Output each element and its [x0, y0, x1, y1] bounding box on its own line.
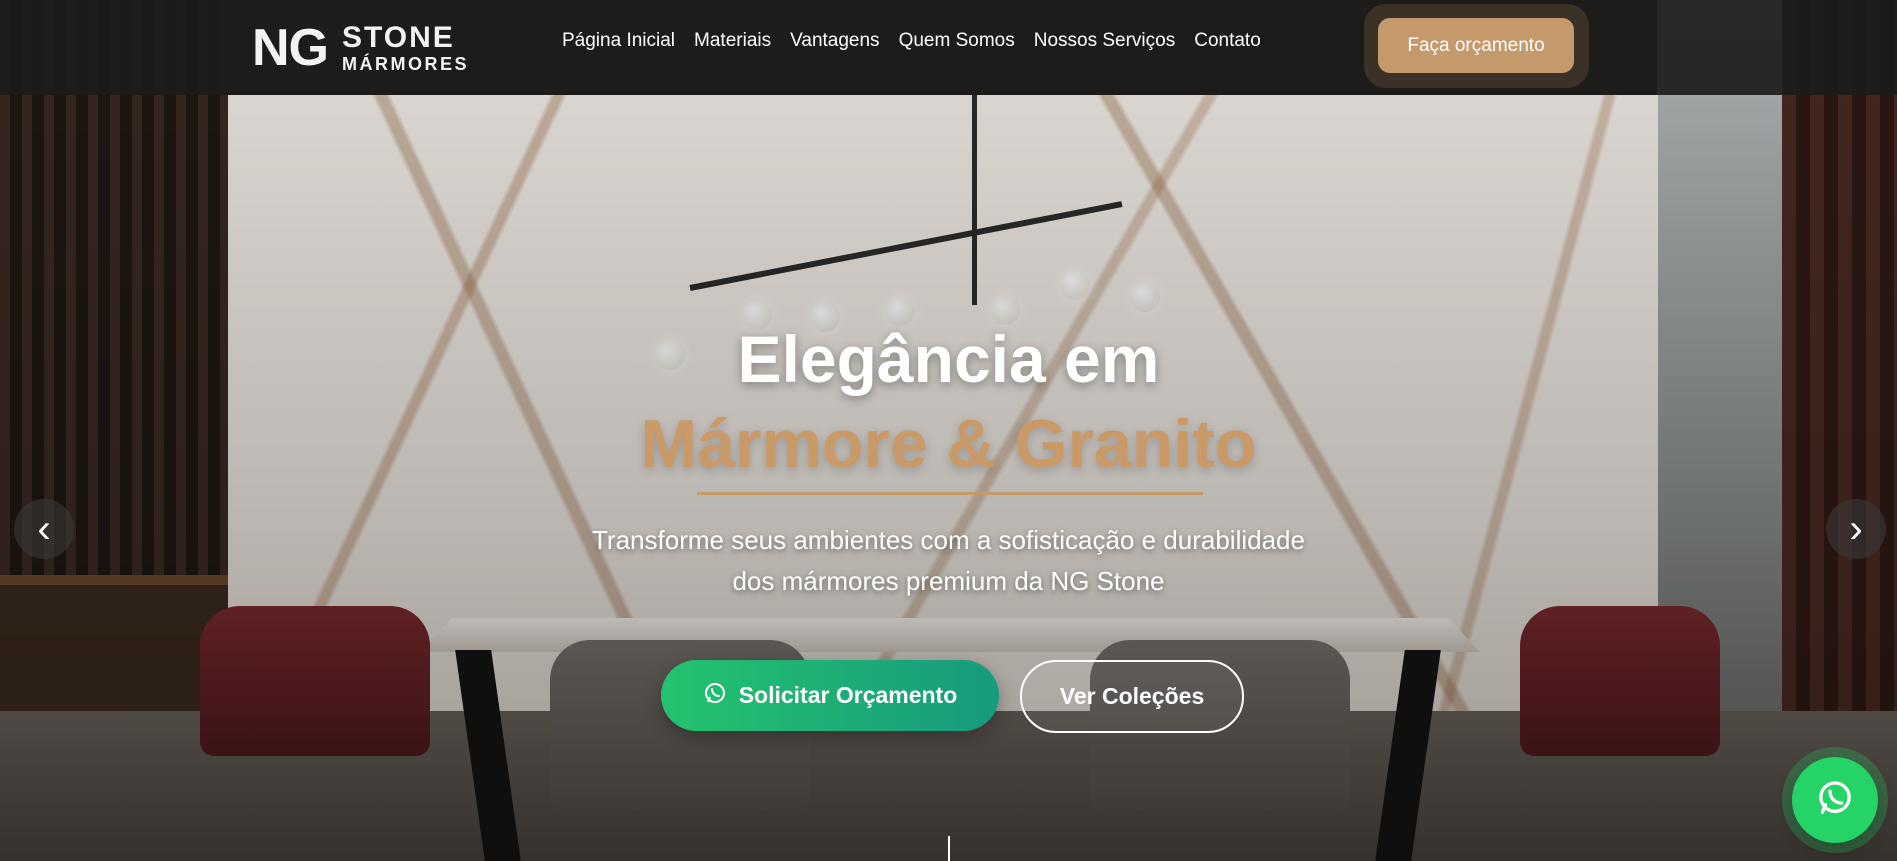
scroll-indicator: [948, 836, 950, 861]
nav-contato[interactable]: Contato: [1194, 30, 1261, 52]
whatsapp-float-button[interactable]: [1792, 757, 1878, 843]
hero-subtitle-line: dos mármores premium da NG Stone: [732, 566, 1165, 596]
page: NG STONE MÁRMORES Página Inicial Materia…: [0, 0, 1897, 861]
faca-orcamento-button[interactable]: Faça orçamento: [1378, 18, 1574, 73]
nav-materiais[interactable]: Materiais: [694, 30, 771, 52]
solicitar-orcamento-button[interactable]: Solicitar Orçamento: [661, 660, 999, 731]
main-nav: Página Inicial Materiais Vantagens Quem …: [562, 30, 1261, 52]
whatsapp-icon: [703, 681, 727, 711]
hero-title-highlight: Mármore & Granito: [640, 406, 1257, 482]
logo-marmores: MÁRMORES: [342, 53, 469, 74]
carousel-prev-button[interactable]: ‹: [14, 499, 74, 559]
logo-text: STONE MÁRMORES: [342, 20, 469, 74]
logo[interactable]: NG STONE MÁRMORES: [252, 20, 469, 75]
chevron-left-icon: ‹: [37, 506, 51, 551]
nav-vantagens[interactable]: Vantagens: [790, 30, 879, 52]
nav-pagina-inicial[interactable]: Página Inicial: [562, 30, 675, 52]
nav-quem-somos[interactable]: Quem Somos: [899, 30, 1015, 52]
nav-nossos-servicos[interactable]: Nossos Serviços: [1034, 30, 1176, 52]
solicitar-orcamento-label: Solicitar Orçamento: [738, 682, 958, 708]
carousel-next-button[interactable]: ›: [1826, 499, 1886, 559]
whatsapp-icon: [1815, 778, 1855, 823]
title-underline: [697, 492, 1203, 495]
logo-ng: NG: [252, 18, 329, 77]
ver-colecoes-label: Ver Coleções: [1059, 683, 1205, 709]
hero-subtitle-line: Transforme seus ambientes com a sofistic…: [592, 525, 1305, 555]
chevron-right-icon: ›: [1849, 506, 1863, 551]
logo-stone: STONE: [342, 20, 455, 54]
hero-title: Elegância em: [737, 322, 1160, 396]
hero-subtitle: Transforme seus ambientes com a sofistic…: [0, 520, 1897, 602]
ver-colecoes-button[interactable]: Ver Coleções: [1020, 660, 1244, 733]
site-header: NG STONE MÁRMORES Página Inicial Materia…: [0, 0, 1897, 95]
